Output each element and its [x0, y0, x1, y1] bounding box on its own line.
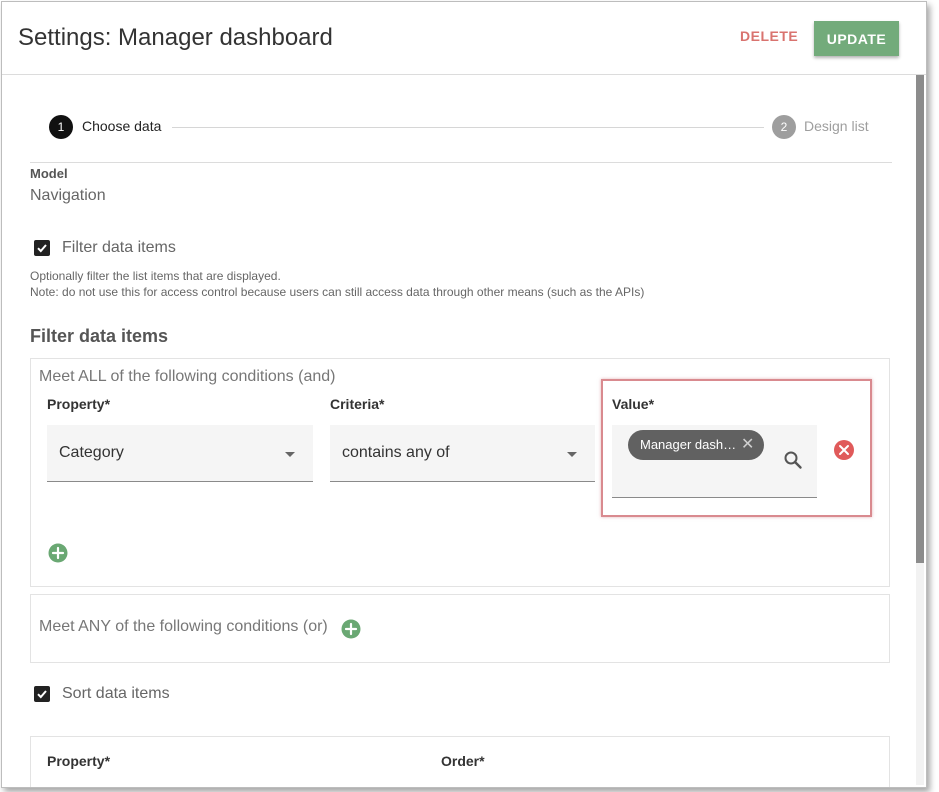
step-1-number[interactable]: 1 — [49, 115, 73, 139]
delete-button[interactable]: DELETE — [740, 28, 798, 44]
remove-circle-icon[interactable] — [833, 439, 855, 461]
scrollbar[interactable] — [916, 75, 924, 785]
stepper-connector — [172, 127, 764, 128]
check-icon — [37, 690, 47, 699]
property-select[interactable]: Category — [47, 425, 313, 482]
step-2-label[interactable]: Design list — [804, 118, 869, 134]
chevron-down-icon — [567, 452, 577, 457]
sort-checkbox[interactable] — [34, 686, 50, 702]
filter-help-text: Optionally filter the list items that ar… — [30, 268, 644, 300]
model-label: Model — [30, 166, 68, 181]
add-condition-icon[interactable] — [48, 543, 68, 563]
and-group-title: Meet ALL of the following conditions (an… — [39, 368, 336, 385]
help-line-1: Optionally filter the list items that ar… — [30, 269, 281, 283]
chevron-down-icon — [285, 452, 295, 457]
criteria-select[interactable]: contains any of — [330, 425, 595, 482]
update-button[interactable]: UPDATE — [814, 21, 899, 56]
dialog-title: Settings: Manager dashboard — [18, 24, 333, 51]
criteria-label: Criteria* — [330, 396, 385, 412]
sort-checkbox-label[interactable]: Sort data items — [62, 685, 170, 703]
or-group-title: Meet ANY of the following conditions (or… — [39, 618, 328, 635]
step-1-label[interactable]: Choose data — [82, 118, 161, 134]
add-or-condition-icon[interactable] — [341, 619, 361, 639]
scrollbar-thumb[interactable] — [916, 75, 924, 563]
step-2-number[interactable]: 2 — [772, 115, 796, 139]
settings-dialog: Settings: Manager dashboard DELETE UPDAT… — [1, 1, 927, 788]
help-line-2: Note: do not use this for access control… — [30, 285, 645, 299]
stepper-divider — [30, 162, 892, 163]
filter-checkbox[interactable] — [34, 240, 50, 256]
filter-section-title: Filter data items — [30, 326, 169, 346]
check-icon — [37, 244, 47, 253]
value-highlight-box — [601, 379, 872, 517]
property-select-value: Category — [59, 444, 124, 461]
property-label: Property* — [47, 396, 111, 412]
sort-property-label: Property* — [47, 753, 111, 769]
model-value: Navigation — [30, 187, 106, 204]
dialog-header: Settings: Manager dashboard DELETE UPDAT… — [2, 2, 926, 75]
criteria-select-value: contains any of — [342, 444, 450, 461]
sort-order-label: Order* — [441, 753, 485, 769]
filter-checkbox-label[interactable]: Filter data items — [62, 239, 176, 257]
